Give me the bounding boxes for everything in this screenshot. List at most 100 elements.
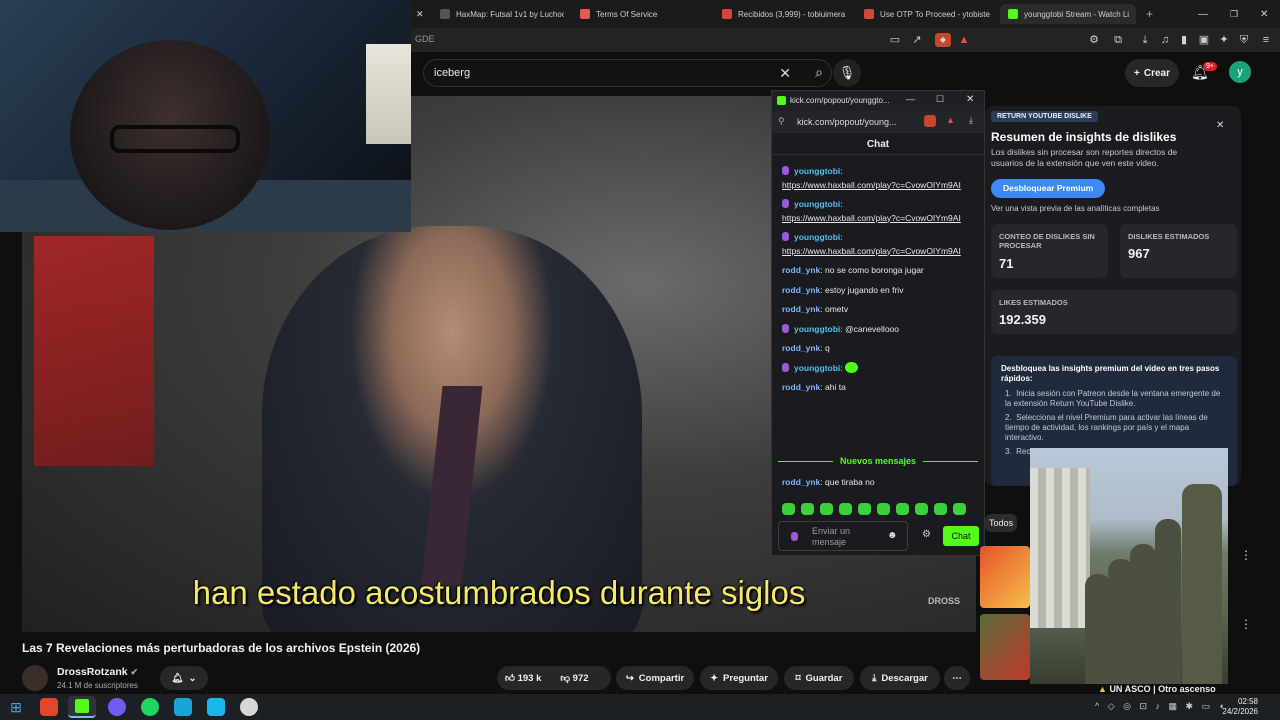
tab-close-icon[interactable]: ✕ (416, 4, 424, 24)
chat-username[interactable]: younggtobi (794, 199, 840, 209)
chat-message-input[interactable]: Enviar un mensaje ☻ (778, 521, 908, 551)
brave-app-icon[interactable] (40, 698, 58, 716)
minimize-icon[interactable]: — (1198, 4, 1208, 24)
emote-icon[interactable] (839, 503, 852, 515)
share-icon[interactable]: ↗ (910, 33, 924, 47)
tab-haxmap[interactable]: HaxMap: Futsal 1v1 by Luchoo (440, 4, 564, 24)
discord-app-icon[interactable] (108, 698, 126, 716)
chat-username[interactable]: rodd_ynk (782, 343, 820, 353)
menu-icon[interactable]: ≡ (1259, 33, 1273, 47)
emote-icon[interactable] (896, 503, 909, 515)
unlock-premium-button[interactable]: Desbloquear Premium (991, 179, 1106, 198)
leo-ai-icon[interactable]: ✦ (1217, 33, 1231, 47)
preview-link[interactable]: Ver una vista previa de las analíticas c… (991, 204, 1160, 213)
clear-search-icon[interactable]: ✕ (779, 65, 791, 82)
chat-username[interactable]: younggtobi (794, 363, 840, 373)
download-icon[interactable]: ⤓ (1138, 33, 1152, 47)
chat-settings-icon[interactable]: ⚙ (922, 529, 931, 540)
music-icon[interactable]: ♫ (1158, 33, 1172, 47)
chat-link[interactable]: https://www.haxball.com/play?c=CvowOIYm9… (782, 213, 961, 223)
chat-username[interactable]: rodd_ynk (782, 285, 820, 295)
emote-icon[interactable] (782, 503, 795, 515)
chat-username[interactable]: rodd_ynk (782, 382, 820, 392)
estimated-likes-card: LIKES ESTIMADOS 192.359 (991, 290, 1237, 334)
emoji-picker-icon[interactable]: ☻ (887, 530, 898, 541)
cast-icon[interactable]: ▭ (888, 33, 902, 47)
brave-shield-icon[interactable]: ◆ (935, 33, 951, 47)
obs-app-icon[interactable] (240, 698, 258, 716)
ask-button[interactable]: ✦ Preguntar (700, 666, 778, 690)
app-icon[interactable] (174, 698, 192, 716)
new-messages-divider[interactable]: Nuevos mensajes (778, 456, 978, 466)
live-ticker[interactable]: ▲ UN ASCO | Otro ascenso (1098, 684, 1216, 694)
search-input[interactable]: iceberg ✕ ⌕ (423, 59, 832, 87)
filter-chip-all[interactable]: Todos (985, 514, 1017, 532)
save-button[interactable]: ⌑ Guardar (784, 666, 854, 690)
kick-app-button[interactable] (68, 696, 96, 718)
share-button[interactable]: ↪ Compartir (616, 666, 694, 690)
new-tab-plus-icon[interactable]: + (1146, 4, 1153, 24)
chat-username[interactable]: rodd_ynk (782, 304, 820, 314)
popup-urlbar[interactable]: ⚲ kick.com/popout/young... ▲ ⤓ (772, 111, 984, 133)
dislike-button[interactable]: 👎︎ 972 (560, 672, 588, 684)
emote-icon[interactable] (801, 503, 814, 515)
chat-username[interactable]: younggtobi (794, 166, 840, 176)
minimize-icon[interactable]: — (906, 94, 915, 104)
emote-icon[interactable] (820, 503, 833, 515)
chat-link[interactable]: https://www.haxball.com/play?c=CvowOIYm9… (782, 180, 961, 190)
emote-icon[interactable] (858, 503, 871, 515)
channel-name[interactable]: DrossRotzank ✔ (57, 666, 138, 678)
chat-username[interactable]: younggtobi (794, 324, 840, 334)
window-close-icon[interactable]: ✕ (1260, 4, 1268, 24)
create-button[interactable]: + Crear (1125, 59, 1179, 87)
close-icon[interactable]: ✕ (1216, 120, 1224, 131)
channel-avatar[interactable] (22, 665, 48, 691)
chat-username[interactable]: rodd_ynk (782, 265, 820, 275)
voice-search-button[interactable]: 🎙 (833, 59, 861, 87)
more-actions-button[interactable]: ⋯ (944, 666, 970, 690)
system-tray[interactable]: ^ ◇ ◎ ⊡ ♪ ▦ ✱ ▭ ◖ (1095, 701, 1227, 712)
brave-rewards-icon[interactable]: ▲ (946, 115, 955, 125)
extensions-icon[interactable]: ⚙ (1087, 33, 1101, 47)
more-options-icon[interactable]: ⋮ (1240, 617, 1252, 631)
search-icon[interactable]: ⌕ (815, 64, 823, 81)
taskbar-clock[interactable]: 02:58 24/2/2026 (1222, 697, 1258, 717)
emote-icon[interactable] (877, 503, 890, 515)
site-settings-icon[interactable]: ⚲ (778, 116, 785, 127)
related-video-thumbnail[interactable] (980, 546, 1030, 608)
brave-rewards-icon[interactable]: ▲ (957, 33, 971, 47)
wallet-icon[interactable]: ▣ (1197, 33, 1211, 47)
emote-icon[interactable] (934, 503, 947, 515)
chat-send-button[interactable]: Chat (943, 526, 979, 546)
subscribed-bell-button[interactable]: 🔔︎ ⌄ (160, 666, 208, 690)
emote-icon[interactable] (915, 503, 928, 515)
subscriber-count: 24.1 M de suscriptores (57, 681, 138, 690)
app-icon[interactable] (207, 698, 225, 716)
tab-terms[interactable]: Terms Of Service (580, 4, 704, 24)
windows-start-icon[interactable]: ⊞ (7, 698, 25, 716)
chat-username[interactable]: rodd_ynk (782, 477, 820, 487)
tab-gmail-otp[interactable]: Use OTP To Proceed - ytobiste (864, 4, 990, 24)
download-icon[interactable]: ⤓ (969, 115, 973, 126)
related-video-thumbnail[interactable] (980, 614, 1030, 680)
screenshot-icon[interactable]: ⧉ (1111, 33, 1125, 47)
tab-kick-stream[interactable]: younggtobi Stream - Watch Li (1000, 4, 1136, 24)
emote-icon[interactable] (953, 503, 966, 515)
maximize-icon[interactable]: ☐ (936, 94, 944, 105)
chat-username[interactable]: younggtobi (794, 232, 840, 242)
brave-shield-icon[interactable] (924, 115, 936, 127)
like-button[interactable]: 👍︎ 193 k (505, 672, 541, 684)
download-button[interactable]: ⤓ Descargar (860, 666, 940, 690)
maximize-icon[interactable]: ❐ (1230, 4, 1238, 24)
address-bar[interactable]: GDE ▭ ↗ ◆ ▲ ⚙ ⧉ ⤓ ♫ ▮ ▣ ✦ ⛨ ≡ (411, 28, 1280, 52)
spotify-app-icon[interactable] (141, 698, 159, 716)
close-icon[interactable]: ✕ (966, 94, 974, 105)
chat-link[interactable]: https://www.haxball.com/play?c=CvowOIYm9… (782, 246, 961, 256)
account-avatar[interactable]: y (1229, 61, 1251, 83)
tab-gmail-inbox[interactable]: Recibidos (3,999) - tobiuimera (722, 4, 848, 24)
more-options-icon[interactable]: ⋮ (1240, 548, 1252, 562)
sidebar-icon[interactable]: ▮ (1177, 33, 1191, 47)
address-text: GDE (415, 34, 435, 44)
vpn-shield-icon[interactable]: ⛨ (1237, 33, 1251, 47)
estimated-dislikes-card: DISLIKES ESTIMADOS 967 (1120, 224, 1237, 278)
